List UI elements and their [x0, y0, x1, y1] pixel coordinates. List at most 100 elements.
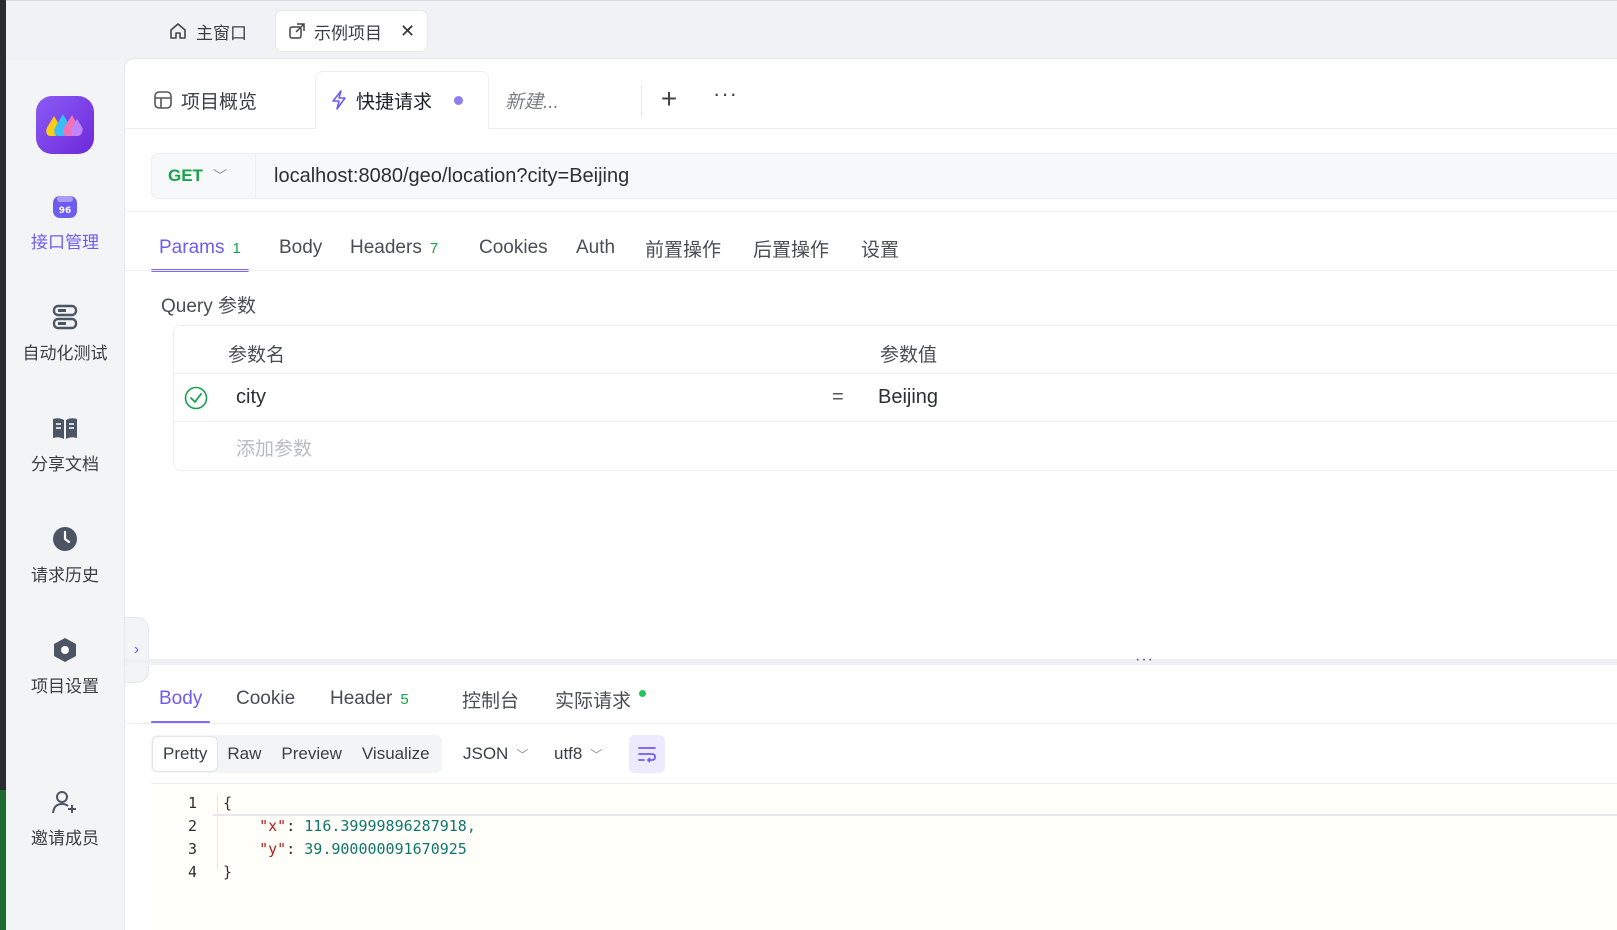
code-gutter — [217, 794, 218, 870]
word-wrap-button[interactable] — [629, 735, 665, 773]
response-tab-cookie[interactable]: Cookie — [236, 675, 295, 723]
chevron-down-icon: ﹀ — [590, 747, 603, 762]
divider — [125, 723, 1617, 724]
tab-params[interactable]: Params 1 — [151, 225, 249, 272]
format-type-select[interactable]: JSON ﹀ — [463, 735, 528, 773]
response-tab-cookie-label: Cookie — [236, 688, 296, 709]
param-name-input[interactable]: city — [236, 386, 266, 409]
sidebar-item-label: 分享文档 — [31, 455, 99, 474]
book-icon — [53, 418, 77, 439]
tab-new[interactable]: 新建... — [505, 71, 559, 129]
enabled-check-icon[interactable] — [184, 386, 208, 410]
current-line-highlight — [213, 792, 1617, 816]
automation-test-icon — [52, 304, 78, 330]
sidebar-item-label: 邀请成员 — [31, 829, 99, 848]
panel-splitter[interactable] — [125, 659, 1617, 665]
response-tab-actual-request[interactable]: 实际请求 — [555, 675, 647, 723]
tab-quick-request-label: 快捷请求 — [356, 91, 433, 113]
json-value-x: 116.39999896287918, — [304, 817, 476, 835]
response-tab-console-label: 控制台 — [462, 690, 520, 712]
view-preview-button[interactable]: Preview — [271, 737, 351, 771]
unsaved-dot — [454, 95, 464, 105]
expand-sidebar-button[interactable]: › — [125, 617, 149, 683]
sidebar: 96 接口管理 自动化测试 分享文档 请求历史 项目设置 邀请成员 — [6, 60, 124, 930]
tab-post-actions-label: 后置操作 — [753, 239, 830, 261]
query-section-label: Query 参数 — [161, 296, 257, 317]
tab-project-overview-label: 项目概览 — [181, 91, 258, 113]
sidebar-item-invite-members[interactable]: 邀请成员 — [6, 788, 124, 849]
column-header-value: 参数值 — [880, 345, 938, 366]
sidebar-item-label: 自动化测试 — [22, 344, 108, 363]
sidebar-item-automation-test[interactable]: 自动化测试 — [6, 303, 124, 364]
add-param-input[interactable]: 添加参数 — [236, 434, 312, 461]
drag-handle-icon[interactable]: ··· — [1135, 651, 1154, 669]
code-line: "y": 39.900000091670925 — [223, 840, 467, 858]
add-tab-button[interactable]: + — [655, 83, 683, 115]
table-header: 参数名 参数值 — [174, 326, 1617, 374]
sidebar-item-request-history[interactable]: 请求历史 — [6, 525, 124, 586]
status-dot — [639, 689, 647, 697]
url-bar: GET ﹀ localhost:8080/geo/location?city=B… — [151, 153, 1617, 199]
code-line: { — [223, 794, 233, 812]
response-body-viewer[interactable]: 1 2 3 4 { "x": 116.39999896287918, "y": … — [151, 783, 1617, 930]
more-tabs-button[interactable]: ··· — [713, 81, 738, 107]
param-value-input[interactable]: Beijing — [878, 386, 938, 409]
sidebar-item-label: 请求历史 — [31, 566, 99, 585]
encoding-select[interactable]: utf8 ﹀ — [554, 735, 602, 773]
tab-cookies[interactable]: Cookies — [479, 225, 548, 271]
tab-params-count: 1 — [232, 239, 241, 257]
sidebar-item-label: 接口管理 — [31, 233, 99, 252]
json-colon: : — [286, 840, 305, 858]
sidebar-item-project-settings[interactable]: 项目设置 — [6, 636, 124, 697]
line-number: 3 — [187, 840, 197, 858]
sidebar-item-api-management[interactable]: 96 接口管理 — [6, 192, 124, 253]
format-type-label: JSON — [463, 744, 509, 763]
response-tab-console[interactable]: 控制台 — [462, 675, 519, 723]
tab-settings[interactable]: 设置 — [861, 225, 899, 271]
divider — [125, 270, 1617, 271]
wrap-icon — [638, 747, 656, 763]
tab-post-actions[interactable]: 后置操作 — [753, 225, 829, 271]
tab-separator — [641, 85, 642, 117]
json-value-y: 39.900000091670925 — [304, 840, 467, 858]
chevron-right-icon: › — [133, 641, 140, 658]
method-select[interactable]: GET ﹀ — [152, 154, 256, 198]
response-tab-header-count: 5 — [400, 690, 409, 708]
sidebar-item-label: 项目设置 — [31, 677, 99, 696]
window-tab-home-label: 主窗口 — [196, 23, 247, 43]
settings-hex-icon — [54, 638, 76, 662]
view-raw-button[interactable]: Raw — [217, 737, 271, 771]
app-logo[interactable] — [36, 96, 94, 154]
chevron-down-icon: ﹀ — [516, 747, 529, 762]
api-badge-number: 96 — [59, 206, 72, 216]
tab-quick-request[interactable]: 快捷请求 — [315, 71, 489, 129]
response-tab-header[interactable]: Header 5 — [330, 675, 409, 723]
format-toolbar: Pretty Raw Preview Visualize JSON ﹀ utf8… — [151, 735, 1617, 775]
tab-headers[interactable]: Headers 7 — [350, 225, 438, 271]
view-mode-segment: Pretty Raw Preview Visualize — [151, 735, 442, 773]
response-tab-body[interactable]: Body — [150, 675, 211, 724]
url-input[interactable]: localhost:8080/geo/location?city=Beijing — [256, 165, 629, 188]
tab-auth[interactable]: Auth — [576, 225, 615, 271]
window-tab-bar: 主窗口 示例项目 ✕ — [6, 0, 1617, 60]
add-user-icon — [52, 791, 76, 814]
column-header-name: 参数名 — [228, 345, 286, 366]
response-tab-body-label: Body — [159, 688, 203, 709]
tab-project-overview[interactable]: 项目概览 — [153, 71, 257, 129]
tab-headers-label: Headers — [350, 237, 422, 258]
tab-pre-actions[interactable]: 前置操作 — [645, 225, 721, 271]
window-tab-home[interactable]: 主窗口 — [156, 11, 259, 51]
lightning-icon — [332, 90, 346, 110]
tab-body[interactable]: Body — [279, 225, 322, 271]
close-icon[interactable]: ✕ — [400, 21, 415, 42]
window-tab-project[interactable]: 示例项目 ✕ — [276, 11, 428, 51]
view-pretty-button[interactable]: Pretty — [153, 737, 218, 771]
view-visualize-button[interactable]: Visualize — [352, 737, 440, 771]
line-number: 1 — [187, 794, 197, 812]
response-tabs: Body Cookie Header 5 控制台 实际请求 — [150, 675, 1617, 724]
clock-icon — [53, 527, 77, 551]
tab-headers-count: 7 — [429, 239, 439, 257]
param-equals: = — [832, 386, 844, 408]
tab-settings-label: 设置 — [861, 239, 900, 261]
sidebar-item-share-docs[interactable]: 分享文档 — [6, 414, 124, 475]
